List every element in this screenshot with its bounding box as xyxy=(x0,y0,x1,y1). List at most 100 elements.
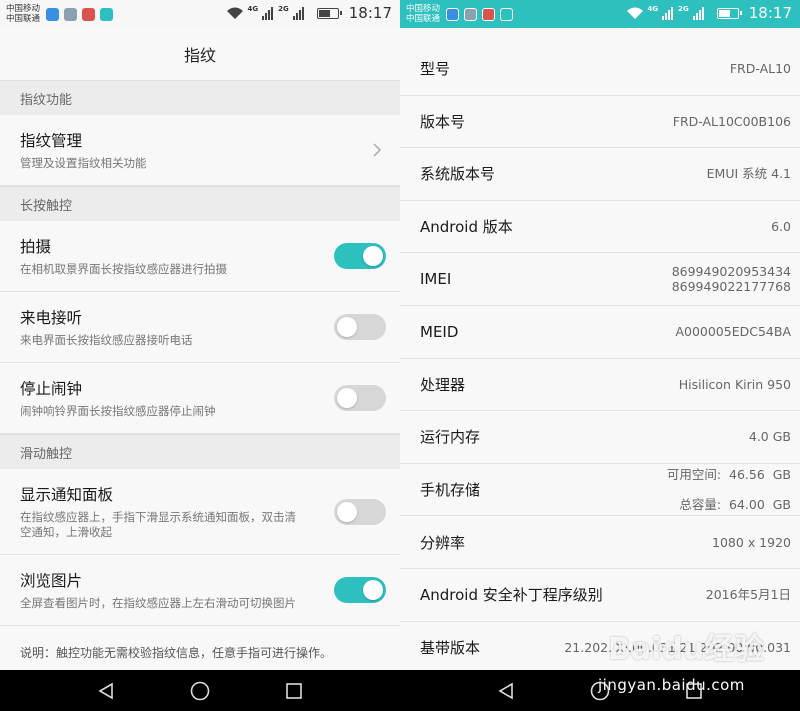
recents-icon[interactable] xyxy=(285,682,303,700)
notification-panel-toggle[interactable] xyxy=(334,498,386,525)
info-value: Hisilicon Kirin 950 xyxy=(678,376,791,392)
status-bar: 中国移动 中国联通 4G 2G 18:17 xyxy=(0,0,400,28)
security-app-icon xyxy=(100,7,114,21)
signal-icon xyxy=(662,6,674,20)
setting-subtitle: 闹钟响铃界面长按指纹感应器停止闹钟 xyxy=(20,404,216,418)
info-label: Android 版本 xyxy=(420,218,513,237)
note-text: 说明：触控功能无需校验指纹信息，任意手指可进行操作。 xyxy=(20,646,333,660)
status-bar: 中国移动 中国联通 4G 2G 18:17 xyxy=(400,0,800,28)
info-row-baseband[interactable]: 基带版本 21.202.00.00.031,21.202.00.00.031 xyxy=(400,621,800,670)
home-app-icon xyxy=(482,7,496,21)
home-icon[interactable] xyxy=(190,681,210,701)
info-label: 分辨率 xyxy=(420,533,466,552)
storage-available: 可用空间: 46.56 GB xyxy=(666,467,791,483)
home-icon[interactable] xyxy=(590,681,610,701)
imei-1: 869949020953434 xyxy=(671,264,791,280)
net-label-1: 4G xyxy=(247,5,259,13)
home-app-icon xyxy=(82,7,96,21)
battery-icon xyxy=(716,7,742,19)
net-label-1: 4G xyxy=(647,5,659,13)
info-row-security-patch[interactable]: Android 安全补丁程序级别 2016年5月1日 xyxy=(400,568,800,622)
signal-icon xyxy=(292,6,304,20)
gallery-app-icon xyxy=(464,7,478,21)
info-row-imei[interactable]: IMEI 869949020953434 869949022177768 xyxy=(400,253,800,306)
storage-total: 总容量: 64.00 GB xyxy=(679,497,791,513)
wifi-icon xyxy=(626,7,643,19)
info-label: 运行内存 xyxy=(420,428,481,447)
stop-alarm-toggle[interactable] xyxy=(334,385,386,411)
info-value: 可用空间: 46.56 GB 总容量: 64.00 GB xyxy=(643,452,791,527)
info-label: MEID xyxy=(420,322,459,341)
setting-title: 指纹管理 xyxy=(20,132,83,150)
signal-icon xyxy=(262,6,274,20)
setting-subtitle: 管理及设置指纹相关功能 xyxy=(20,156,147,170)
info-label: IMEI xyxy=(420,270,452,289)
message-app-icon xyxy=(46,7,60,21)
carrier-info: 中国移动 中国联通 xyxy=(406,4,440,24)
section-header-swipe: 滑动触控 xyxy=(0,434,400,469)
info-value: A000005EDC54BA xyxy=(675,324,791,340)
info-label: 手机存储 xyxy=(420,481,481,500)
photo-toggle[interactable] xyxy=(334,243,386,269)
carrier-2: 中国联通 xyxy=(406,14,441,24)
info-value: 4.0 GB xyxy=(748,429,791,445)
info-value: FRD-AL10C00B106 xyxy=(672,113,791,129)
setting-subtitle: 在指纹感应器上，手指下滑显示系统通知面板，双击清空通知，上滑收起 xyxy=(20,510,296,539)
section-header-long-press: 长按触控 xyxy=(0,186,400,221)
back-icon[interactable] xyxy=(97,682,115,700)
carrier-1: 中国移动 xyxy=(6,4,41,14)
info-value: 1080 x 1920 xyxy=(712,534,791,550)
answer-call-toggle[interactable] xyxy=(334,314,386,340)
wifi-icon xyxy=(226,7,243,19)
info-row-storage[interactable]: 手机存储 可用空间: 46.56 GB 总容量: 64.00 GB xyxy=(400,463,800,517)
imei-2: 869949022177768 xyxy=(671,279,791,295)
setting-title: 显示通知面板 xyxy=(20,486,114,504)
info-value: FRD-AL10 xyxy=(729,61,791,77)
info-value: EMUI 系统 4.1 xyxy=(706,166,791,182)
info-row-processor[interactable]: 处理器 Hisilicon Kirin 950 xyxy=(400,358,800,412)
gallery-app-icon xyxy=(64,7,78,21)
info-row-build-number[interactable]: 版本号 FRD-AL10C00B106 xyxy=(400,95,800,149)
section-header-fingerprint: 指纹功能 xyxy=(0,80,400,115)
recents-icon[interactable] xyxy=(685,682,703,700)
setting-answer-call: 来电接听 来电界面长按指纹感应器接听电话 xyxy=(0,292,400,363)
signal-icon xyxy=(692,6,704,20)
carrier-info: 中国移动 中国联通 xyxy=(6,4,40,24)
info-value: 21.202.00.00.031,21.202.00.00.031 xyxy=(564,639,791,655)
info-value: 869949020953434 869949022177768 xyxy=(672,264,791,294)
setting-subtitle: 全屏查看图片时，在指纹感应器上左右滑动可切换图片 xyxy=(20,596,296,610)
info-value: 6.0 xyxy=(771,219,791,235)
info-row-emui-version[interactable]: 系统版本号 EMUI 系统 4.1 xyxy=(400,148,800,201)
info-row-model[interactable]: 型号 FRD-AL10 xyxy=(400,43,800,96)
info-row-meid[interactable]: MEID A000005EDC54BA xyxy=(400,305,800,359)
setting-notification-panel: 显示通知面板 在指纹感应器上，手指下滑显示系统通知面板，双击清空通知，上滑收起 xyxy=(0,469,400,555)
setting-subtitle: 在相机取景界面长按指纹感应器进行拍摄 xyxy=(20,262,227,276)
info-label: 型号 xyxy=(420,60,451,79)
info-row-android-version[interactable]: Android 版本 6.0 xyxy=(400,200,800,254)
info-label: 系统版本号 xyxy=(420,165,496,184)
battery-icon xyxy=(316,7,342,19)
browse-photos-toggle[interactable] xyxy=(334,577,386,603)
carrier-2: 中国联通 xyxy=(6,14,41,24)
back-icon[interactable] xyxy=(497,682,515,700)
security-app-icon xyxy=(500,7,514,21)
info-value: 2016年5月1日 xyxy=(705,587,791,603)
setting-stop-alarm: 停止闹钟 闹钟响铃界面长按指纹感应器停止闹钟 xyxy=(0,363,400,434)
about-phone-screen: 中国移动 中国联通 4G 2G 18:17 型号 FRD-AL10 版本号 FR… xyxy=(400,0,800,670)
fingerprint-manage-item[interactable]: 指纹管理 管理及设置指纹相关功能 xyxy=(0,115,400,186)
info-label: Android 安全补丁程序级别 xyxy=(420,586,603,605)
setting-title: 停止闹钟 xyxy=(20,380,83,398)
setting-photo: 拍摄 在相机取景界面长按指纹感应器进行拍摄 xyxy=(0,221,400,292)
clock: 18:17 xyxy=(348,4,392,22)
fingerprint-settings-screen: 中国移动 中国联通 4G 2G 18:17 指纹 指纹功能 指纹管理 管理及设置… xyxy=(0,0,400,670)
net-label-2: 2G xyxy=(278,5,289,13)
setting-title: 浏览图片 xyxy=(20,572,83,590)
setting-subtitle: 来电界面长按指纹感应器接听电话 xyxy=(20,333,193,347)
carrier-1: 中国移动 xyxy=(406,4,441,14)
chevron-right-icon xyxy=(373,143,382,157)
clock: 18:17 xyxy=(748,4,792,22)
setting-title: 拍摄 xyxy=(20,238,52,256)
info-label: 处理器 xyxy=(420,375,466,394)
net-label-2: 2G xyxy=(678,5,689,13)
setting-browse-photos: 浏览图片 全屏查看图片时，在指纹感应器上左右滑动可切换图片 xyxy=(0,555,400,626)
